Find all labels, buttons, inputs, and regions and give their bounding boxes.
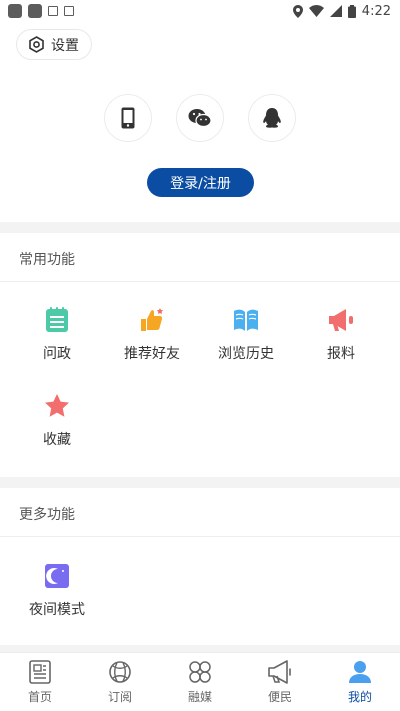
nav-subscribe[interactable]: 订阅 bbox=[80, 653, 160, 711]
star-icon bbox=[44, 393, 70, 419]
nav-convenience[interactable]: 便民 bbox=[240, 653, 320, 711]
grid-item-label: 夜间模式 bbox=[29, 602, 85, 618]
notification-icon bbox=[28, 4, 42, 18]
thumbs-up-icon bbox=[139, 307, 165, 333]
moon-icon bbox=[44, 563, 70, 589]
grid-item-night-mode[interactable]: 夜间模式 bbox=[7, 563, 107, 619]
section-divider bbox=[0, 477, 400, 488]
settings-label: 设置 bbox=[51, 37, 79, 54]
grid-item-label: 浏览历史 bbox=[218, 346, 274, 362]
status-bar: 4:22 bbox=[0, 0, 400, 22]
login-methods bbox=[0, 94, 400, 142]
qq-icon bbox=[263, 108, 281, 128]
section-divider bbox=[0, 645, 400, 652]
grid-item-favorites[interactable]: 收藏 bbox=[7, 393, 107, 449]
megaphone-outline-icon bbox=[268, 660, 291, 684]
notepad-icon bbox=[44, 307, 70, 333]
grid-item-browse-history[interactable]: 浏览历史 bbox=[196, 307, 296, 363]
location-icon bbox=[292, 4, 303, 18]
divider-line bbox=[0, 281, 400, 282]
nav-label: 融媒 bbox=[187, 690, 212, 704]
grid-item-label: 推荐好友 bbox=[124, 346, 180, 362]
section-divider bbox=[0, 222, 400, 233]
settings-button[interactable]: 设置 bbox=[16, 29, 92, 60]
wechat-login-button[interactable] bbox=[176, 94, 224, 142]
news-icon bbox=[29, 660, 51, 684]
nav-label: 订阅 bbox=[107, 690, 132, 704]
megaphone-icon bbox=[328, 307, 354, 333]
common-functions-title: 常用功能 bbox=[19, 252, 75, 268]
nav-mine[interactable]: 我的 bbox=[320, 653, 400, 711]
more-functions-title: 更多功能 bbox=[19, 507, 75, 523]
notification-icon bbox=[48, 6, 58, 16]
bottom-nav: 首页 订阅 融媒 便民 我的 bbox=[0, 652, 400, 711]
status-time: 4:22 bbox=[361, 3, 391, 19]
status-system: 4:22 bbox=[292, 3, 391, 19]
login-register-button[interactable]: 登录/注册 bbox=[147, 168, 254, 197]
wechat-icon bbox=[188, 109, 212, 128]
nav-label: 首页 bbox=[27, 690, 52, 704]
notification-icon bbox=[64, 6, 74, 16]
grid-item-label: 问政 bbox=[43, 346, 71, 362]
person-icon bbox=[349, 661, 371, 683]
nav-label: 我的 bbox=[347, 690, 372, 704]
qq-login-button[interactable] bbox=[248, 94, 296, 142]
wifi-icon bbox=[308, 5, 324, 17]
notification-icon bbox=[8, 4, 22, 18]
nav-media[interactable]: 融媒 bbox=[160, 653, 240, 711]
gear-icon bbox=[29, 36, 44, 53]
media-icon bbox=[189, 661, 211, 683]
signal-icon bbox=[329, 5, 342, 17]
status-notifications bbox=[8, 4, 74, 18]
book-icon bbox=[233, 307, 259, 333]
battery-icon bbox=[347, 4, 356, 18]
phone-login-button[interactable] bbox=[104, 94, 152, 142]
nav-label: 便民 bbox=[267, 690, 292, 704]
grid-item-wenzheng[interactable]: 问政 bbox=[7, 307, 107, 363]
grid-item-recommend-friend[interactable]: 推荐好友 bbox=[102, 307, 202, 363]
grid-item-label: 报料 bbox=[327, 346, 355, 362]
phone-icon bbox=[121, 107, 135, 129]
grid-item-label: 收藏 bbox=[43, 432, 71, 448]
nav-home[interactable]: 首页 bbox=[0, 653, 80, 711]
grid-item-report[interactable]: 报料 bbox=[291, 307, 391, 363]
subscribe-icon bbox=[109, 661, 131, 683]
divider-line bbox=[0, 536, 400, 537]
